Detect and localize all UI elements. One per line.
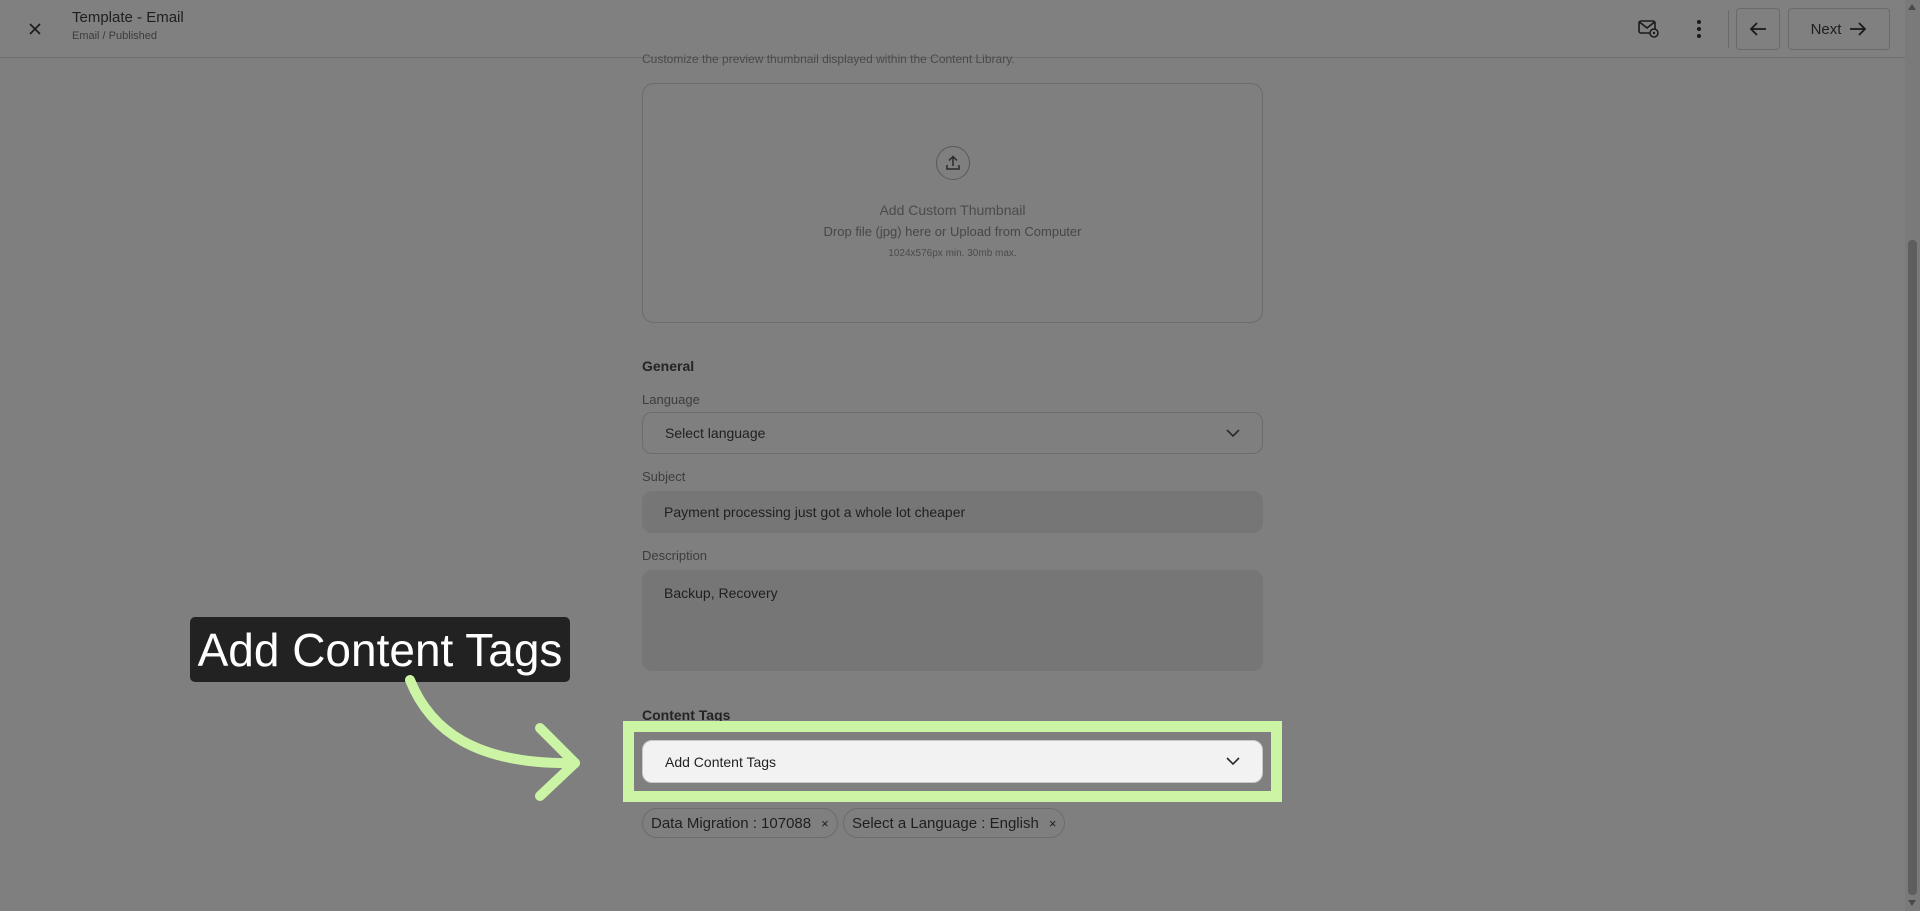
next-button[interactable]: Next (1788, 8, 1890, 50)
content-tags-placeholder: Add Content Tags (665, 753, 777, 770)
title-block: Template - Email Email / Published (72, 9, 184, 42)
upload-icon[interactable] (936, 146, 970, 180)
callout-text: Add Content Tags (197, 623, 563, 676)
scrollbar-thumb[interactable] (1908, 240, 1917, 895)
next-button-label: Next (1810, 20, 1842, 38)
more-options-icon[interactable] (1684, 14, 1714, 44)
breadcrumb: Email / Published (72, 30, 157, 42)
scrollbar[interactable] (1905, 0, 1920, 911)
description-textarea[interactable]: Backup, Recovery (642, 570, 1263, 671)
language-select-value: Select language (665, 425, 766, 441)
email-settings-icon[interactable] (1634, 14, 1664, 44)
scroll-up-icon[interactable] (1908, 4, 1916, 10)
thumbnail-subtitle: Drop file (jpg) here or Upload from Comp… (823, 224, 1082, 239)
chevron-down-icon (1226, 757, 1240, 766)
description-value: Backup, Recovery (664, 585, 778, 601)
thumbnail-limits: 1024x576px min. 30mb max. (888, 248, 1017, 259)
tag-chip: Select a Language : English × (843, 808, 1066, 838)
thumbnail-title: Add Custom Thumbnail (879, 202, 1026, 218)
remove-tag-icon[interactable]: × (1049, 816, 1057, 831)
subject-input-value: Payment processing just got a whole lot … (664, 504, 966, 520)
general-section-title: General (642, 358, 695, 374)
page-title: Template - Email (72, 9, 184, 26)
tag-chip: Data Migration : 107088 × (642, 808, 838, 838)
chevron-down-icon (1226, 428, 1240, 438)
subject-input[interactable]: Payment processing just got a whole lot … (642, 491, 1263, 533)
close-icon[interactable] (22, 16, 48, 42)
subject-label: Subject (642, 469, 686, 484)
thumbnail-helper-text: Customize the preview thumbnail displaye… (642, 52, 1015, 66)
arrow-right-icon (1850, 22, 1867, 36)
arrow-left-icon (1749, 22, 1766, 36)
top-bar: Template - Email Email / Published Next (0, 0, 1920, 58)
scroll-down-icon[interactable] (1908, 900, 1916, 906)
thumbnail-dropzone[interactable]: Add Custom Thumbnail Drop file (jpg) her… (642, 83, 1263, 323)
language-label: Language (642, 392, 700, 407)
header-divider (1728, 10, 1729, 48)
content-tags-select[interactable]: Add Content Tags (642, 740, 1263, 783)
remove-tag-icon[interactable]: × (821, 816, 829, 831)
tag-chip-label: Select a Language : English (852, 814, 1039, 832)
pointer-arrow-icon (405, 675, 580, 801)
tag-chip-label: Data Migration : 107088 (651, 814, 812, 832)
language-select[interactable]: Select language (642, 412, 1263, 454)
back-button[interactable] (1736, 8, 1780, 50)
description-label: Description (642, 548, 708, 563)
